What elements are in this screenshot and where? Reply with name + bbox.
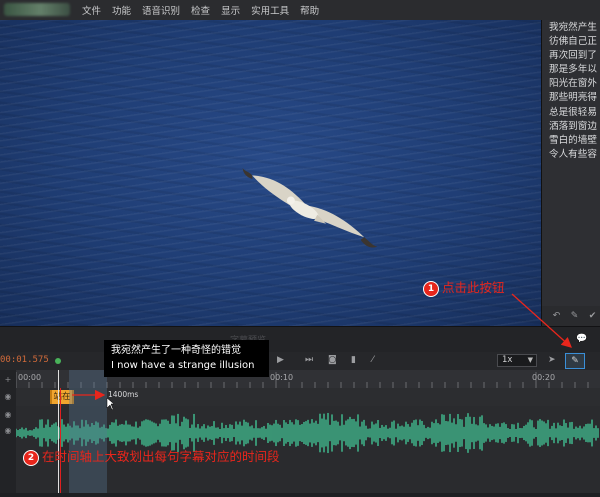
- annotation-text-2: 在时间轴上大致划出每句字幕对应的时间段: [42, 449, 280, 464]
- subtitle-text-lines: 我宛然产生 彷佛自己正 再次回到了 那是多年以 阳光在窗外 那些明亮得 总是很轻…: [549, 21, 600, 162]
- step-badge-1: 1: [423, 280, 439, 297]
- zoom-value: 1x: [502, 355, 513, 365]
- tooltip-chinese: 我宛然产生了一种奇怪的错觉: [111, 345, 241, 356]
- check-icon[interactable]: ✔: [586, 310, 599, 322]
- timecode: 00:01.575: [0, 355, 49, 365]
- track-controls: + ◉ ◉ ◉: [0, 370, 16, 493]
- menu-check[interactable]: 检查: [191, 3, 210, 17]
- chevron-down-icon: ▼: [527, 356, 533, 364]
- menu-file[interactable]: 文件: [82, 3, 101, 17]
- text-line: 洒落到窗边: [549, 120, 597, 132]
- comment-icon[interactable]: 💬: [576, 334, 587, 344]
- step-forward-icon[interactable]: ⏭: [305, 355, 313, 365]
- annotation-line: [60, 388, 61, 493]
- step-badge-2: 2: [23, 449, 39, 466]
- text-line: 再次回到了: [549, 50, 597, 62]
- text-line: 总是很轻易: [549, 106, 597, 118]
- time-selection[interactable]: [69, 370, 107, 493]
- menu-speech-recognition[interactable]: 语音识别: [142, 3, 180, 17]
- add-track-icon[interactable]: +: [3, 375, 13, 385]
- preview-footer: 字幕预览 💬: [0, 326, 600, 353]
- menu-help[interactable]: 帮助: [300, 3, 319, 17]
- text-line: 彷佛自己正: [549, 36, 597, 48]
- text-line: 那些明亮得: [549, 92, 597, 104]
- eye-icon[interactable]: ◉: [3, 426, 13, 436]
- menu-bar: 文件 功能 语音识别 检查 显示 实用工具 帮助: [0, 0, 600, 21]
- subtitle-text-panel[interactable]: 我宛然产生 彷佛自己正 再次回到了 那是多年以 阳光在窗外 那些明亮得 总是很轻…: [541, 20, 600, 306]
- play-icon[interactable]: ▶: [277, 355, 284, 365]
- cursor-icon[interactable]: ➤: [548, 355, 556, 365]
- annotation-text-1: 点击此按钮: [442, 280, 505, 295]
- ruler-label: 00:20: [532, 373, 556, 382]
- transport-bar: 00:01.575 ▶ ⏭ ◙ ▮ ⁄ 1x ▼ ➤ ✎: [0, 352, 600, 370]
- menu-items: 文件 功能 语音识别 检查 显示 实用工具 帮助: [82, 0, 319, 20]
- panel-toolbar: ↶ ✎ ✔: [541, 306, 600, 326]
- selection-duration: 1400ms: [108, 390, 139, 399]
- ruler-label: 00:00: [18, 373, 42, 382]
- playhead[interactable]: [58, 370, 59, 493]
- menu-tools[interactable]: 实用工具: [251, 3, 289, 17]
- undo-icon[interactable]: ↶: [550, 310, 563, 322]
- text-line: 阳光在窗外: [549, 78, 597, 90]
- eye-icon[interactable]: ◉: [3, 392, 13, 402]
- menu-display[interactable]: 显示: [221, 3, 240, 17]
- pen-icon[interactable]: ✎: [568, 310, 581, 322]
- edit-button[interactable]: ✎: [565, 353, 585, 369]
- tooltip-english: I now have a strange illusion: [111, 360, 255, 371]
- text-line: 令人有些容: [549, 148, 597, 160]
- bookmark-icon[interactable]: ▮: [351, 355, 356, 365]
- subtitle-tooltip: 我宛然产生了一种奇怪的错觉 I now have a strange illus…: [104, 340, 269, 377]
- text-line: 雪白的墙壁: [549, 134, 597, 146]
- annotation-step-1: 1 点击此按钮: [423, 277, 505, 297]
- eye-icon[interactable]: ◉: [3, 410, 13, 420]
- zoom-select[interactable]: 1x ▼: [497, 354, 537, 367]
- menu-function[interactable]: 功能: [112, 3, 131, 17]
- text-line: 那是多年以: [549, 64, 597, 76]
- marker-icon[interactable]: ⁄: [372, 355, 374, 365]
- text-line: 我宛然产生: [549, 22, 597, 33]
- ruler-label: 00:10: [270, 373, 294, 382]
- camera-icon[interactable]: ◙: [328, 355, 337, 365]
- annotation-step-2: 2 在时间轴上大致划出每句字幕对应的时间段: [23, 446, 280, 466]
- app-logo: [4, 3, 70, 16]
- status-dot: [55, 358, 61, 364]
